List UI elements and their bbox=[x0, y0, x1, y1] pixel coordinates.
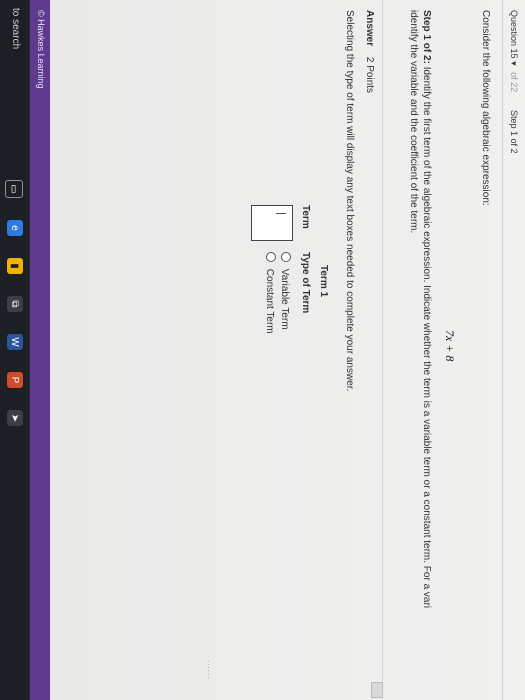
calculator-icon[interactable] bbox=[371, 682, 383, 698]
search-box[interactable]: to search bbox=[10, 8, 21, 49]
option-variable-term[interactable]: Variable Term bbox=[279, 252, 291, 330]
question-of: of 22 bbox=[509, 72, 519, 93]
answer-divider bbox=[382, 0, 383, 700]
task-view-icon[interactable]: ⧉ bbox=[7, 296, 23, 312]
chevron-down-icon[interactable]: ▾ bbox=[509, 61, 519, 66]
step-title-text: Identify the first term of the algebraic… bbox=[421, 66, 432, 609]
radio-icon[interactable] bbox=[281, 252, 291, 262]
option-constant-term[interactable]: Constant Term bbox=[264, 252, 276, 334]
taskbar-icons: ▭ e ▮ ⧉ W P ➤ bbox=[5, 180, 23, 426]
step-instructions: Step 1 of 2: Identify the first term of … bbox=[407, 10, 433, 690]
term-column-label: Term bbox=[300, 205, 311, 229]
taskbar: to search ▭ e ▮ ⧉ W P ➤ bbox=[0, 0, 30, 700]
arrow-icon[interactable]: ➤ bbox=[7, 410, 23, 426]
term-header: Term 1 bbox=[318, 265, 329, 298]
answer-label: Answer bbox=[364, 10, 375, 47]
answer-header: Answer 2 Points bbox=[364, 10, 375, 93]
footer-band: © Hawkes Learning bbox=[30, 0, 50, 700]
question-prompt: Consider the following algebraic express… bbox=[480, 10, 491, 206]
step-title-bold: Step 1 of 2: bbox=[421, 10, 432, 64]
algebraic-expression: 7x + 8 bbox=[443, 330, 457, 362]
word-icon[interactable]: W bbox=[7, 334, 23, 350]
rotated-screen-content: Question 15 ▾ of 22 Step 1 of 2 Consider… bbox=[0, 0, 525, 700]
answer-points: 2 Points bbox=[364, 56, 375, 94]
edge-icon[interactable]: e bbox=[7, 220, 23, 236]
option-label: Constant Term bbox=[264, 268, 275, 334]
question-page: Question 15 ▾ of 22 Step 1 of 2 Consider… bbox=[50, 0, 525, 700]
powerpoint-icon[interactable]: P bbox=[7, 372, 23, 388]
brand: © Hawkes Learning bbox=[36, 10, 46, 89]
question-navigation[interactable]: Question 15 ▾ of 22 bbox=[508, 10, 519, 96]
step-indicator: Step 1 of 2 bbox=[509, 110, 519, 154]
question-number[interactable]: Question 15 bbox=[509, 10, 519, 59]
header-divider bbox=[502, 0, 503, 700]
term-input[interactable] bbox=[251, 205, 293, 241]
monitor-icon[interactable]: ▭ bbox=[5, 180, 23, 198]
selection-note: Selecting the type of term will display … bbox=[344, 10, 355, 392]
radio-icon[interactable] bbox=[266, 252, 276, 262]
folder-icon[interactable]: ▮ bbox=[7, 258, 23, 274]
step-title-text-line2: identify the variable and the coefficien… bbox=[408, 10, 419, 234]
option-label: Variable Term bbox=[279, 268, 290, 330]
resize-dots: ...... bbox=[206, 660, 215, 680]
text-cursor bbox=[276, 213, 286, 214]
type-of-term-column-label: Type of Term bbox=[300, 252, 311, 314]
